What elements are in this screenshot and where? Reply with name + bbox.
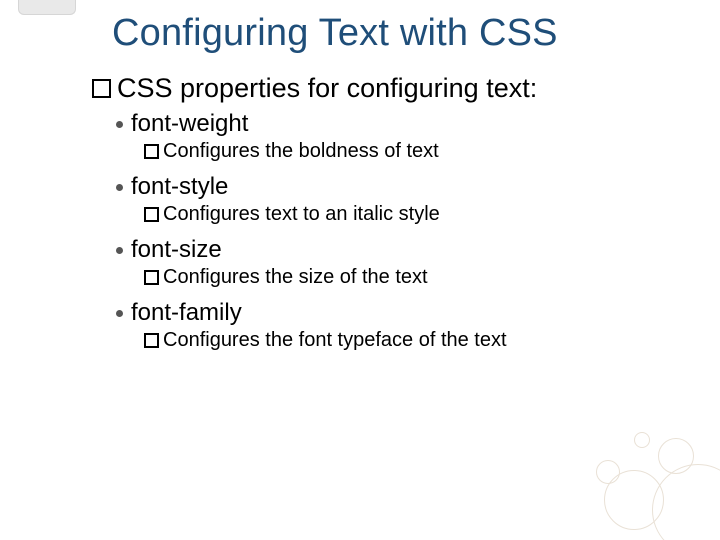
bullet-dot-icon xyxy=(116,184,123,191)
bullet-square-small-icon xyxy=(144,270,159,285)
slide-title: Configuring Text with CSS xyxy=(112,12,692,55)
property-desc: Configures the font typeface of the text xyxy=(163,329,507,352)
intro-line: CSS properties for configuring text: xyxy=(92,73,692,104)
bullet-square-small-icon xyxy=(144,333,159,348)
property-desc-line: Configures the boldness of text xyxy=(144,140,692,163)
circle-icon xyxy=(658,438,694,474)
intro-text: CSS properties for configuring text: xyxy=(117,73,537,104)
bullet-square-small-icon xyxy=(144,144,159,159)
intro-lead: CSS xyxy=(117,73,173,103)
property-name: font-size xyxy=(131,236,222,264)
circle-icon xyxy=(596,460,620,484)
slide-body: Configuring Text with CSS CSS properties… xyxy=(0,12,720,362)
bullet-square-icon xyxy=(92,79,111,98)
property-name: font-weight xyxy=(131,110,248,138)
circle-icon xyxy=(604,470,664,530)
property-desc-line: Configures the size of the text xyxy=(144,266,692,289)
property-item: font-family xyxy=(116,299,692,327)
decorative-circles xyxy=(552,396,712,536)
bullet-dot-icon xyxy=(116,310,123,317)
bullet-dot-icon xyxy=(116,121,123,128)
property-desc: Configures the size of the text xyxy=(163,266,428,289)
bullet-square-small-icon xyxy=(144,207,159,222)
property-item: font-weight xyxy=(116,110,692,138)
circle-icon xyxy=(634,432,650,448)
intro-rest: properties for configuring text: xyxy=(173,73,538,103)
property-desc: Configures the boldness of text xyxy=(163,140,439,163)
circle-icon xyxy=(652,464,720,540)
bullet-dot-icon xyxy=(116,247,123,254)
property-desc-line: Configures the font typeface of the text xyxy=(144,329,692,352)
property-desc-line: Configures text to an italic style xyxy=(144,203,692,226)
property-name: font-style xyxy=(131,173,228,201)
property-item: font-style xyxy=(116,173,692,201)
property-name: font-family xyxy=(131,299,242,327)
property-item: font-size xyxy=(116,236,692,264)
property-desc: Configures text to an italic style xyxy=(163,203,440,226)
